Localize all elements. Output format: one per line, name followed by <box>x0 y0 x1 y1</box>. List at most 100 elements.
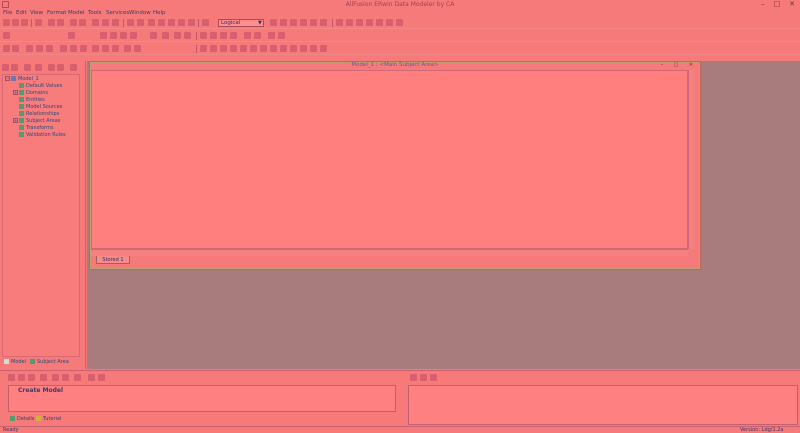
tree-item-validation-rules[interactable]: Validation Rules <box>19 132 66 139</box>
drawing-object-icon[interactable] <box>92 45 99 52</box>
zoom-out-icon[interactable] <box>137 19 144 26</box>
explorer-sort-icon[interactable] <box>35 64 42 71</box>
zoom-level-icon[interactable] <box>178 19 185 26</box>
relationship-display-icon[interactable] <box>310 19 317 26</box>
menu-view[interactable]: View <box>30 10 43 16</box>
explorer-delete-icon[interactable] <box>11 64 18 71</box>
align-left-icon[interactable] <box>200 32 207 39</box>
image-icon[interactable] <box>102 45 109 52</box>
definition-display-icon[interactable] <box>300 19 307 26</box>
chevron-down-icon[interactable]: ▼ <box>258 20 262 26</box>
search-icon[interactable] <box>148 19 155 26</box>
transform-many-icon[interactable] <box>260 45 267 52</box>
transform-rolldown-icon[interactable] <box>230 45 237 52</box>
ellipse-icon[interactable] <box>356 19 363 26</box>
log-delete-icon[interactable] <box>40 374 47 381</box>
zoom-fit-icon[interactable] <box>158 19 165 26</box>
tree-item-entities[interactable]: Entities <box>19 97 45 104</box>
action-log-item[interactable]: Create Model <box>18 387 63 394</box>
expand-icon[interactable]: + <box>13 90 18 95</box>
zoom-normal-icon[interactable] <box>168 19 175 26</box>
align-bottom-icon[interactable] <box>254 32 261 39</box>
identifying-relationship-icon[interactable] <box>36 45 43 52</box>
report-icon[interactable] <box>48 19 55 26</box>
format-painter-icon[interactable] <box>184 32 191 39</box>
italic-icon[interactable] <box>110 32 117 39</box>
align-middle-icon[interactable] <box>244 32 251 39</box>
expand-icon[interactable]: + <box>13 118 18 123</box>
maximize-button[interactable]: □ <box>772 1 782 8</box>
menu-services[interactable]: Services <box>106 10 129 16</box>
menu-edit[interactable]: Edit <box>16 10 27 16</box>
distribute-icon[interactable] <box>268 32 275 39</box>
collapse-icon[interactable]: − <box>5 76 10 81</box>
log-search-icon[interactable] <box>52 374 59 381</box>
tab-tutorial[interactable]: Tutorial <box>36 416 61 422</box>
forward-engineer-icon[interactable] <box>92 19 99 26</box>
transform-partition-icon[interactable] <box>290 45 297 52</box>
tree-item-transforms[interactable]: Transforms <box>19 125 53 132</box>
minimize-button[interactable]: – <box>758 1 768 8</box>
line-icon[interactable] <box>366 19 373 26</box>
transform-supertype-icon[interactable] <box>240 45 247 52</box>
stored-display-icon[interactable] <box>112 45 119 52</box>
tree-item-subject-areas[interactable]: + Subject Areas <box>13 118 60 125</box>
validation-clear-icon[interactable] <box>430 374 437 381</box>
transform-split-icon[interactable] <box>200 45 207 52</box>
font-color-icon[interactable] <box>174 32 181 39</box>
transform-merge-icon[interactable] <box>210 45 217 52</box>
menu-window[interactable]: Window <box>129 10 151 16</box>
menu-help[interactable]: Help <box>153 10 166 16</box>
menu-file[interactable]: File <box>3 10 12 16</box>
tree-item-domains[interactable]: + Domains <box>13 90 48 97</box>
view-relationship-icon[interactable] <box>70 45 77 52</box>
fill-color-icon[interactable] <box>150 32 157 39</box>
transform-custom-icon[interactable] <box>320 45 327 52</box>
tree-item-default-values[interactable]: Default Values <box>19 83 62 90</box>
open-icon[interactable] <box>12 19 19 26</box>
align-center-icon[interactable] <box>210 32 217 39</box>
explorer-expand-icon[interactable] <box>57 64 64 71</box>
log-expand-icon[interactable] <box>62 374 69 381</box>
tab-model[interactable]: Model <box>4 359 26 365</box>
print-icon[interactable] <box>35 19 42 26</box>
diagram-vertical-scrollbar[interactable] <box>688 70 695 249</box>
model-explorer-icon[interactable] <box>57 19 64 26</box>
new-icon[interactable] <box>3 19 10 26</box>
attribute-display-icon[interactable] <box>280 19 287 26</box>
text-block-icon[interactable] <box>80 45 87 52</box>
ordinal-icon[interactable] <box>134 45 141 52</box>
explorer-help-icon[interactable] <box>70 64 77 71</box>
save-icon[interactable] <box>21 19 28 26</box>
zoom-in-icon[interactable] <box>127 19 134 26</box>
font-name-icon[interactable] <box>3 32 10 39</box>
color-icon[interactable] <box>386 19 393 26</box>
menu-model[interactable]: Model <box>68 10 85 16</box>
strikeout-icon[interactable] <box>130 32 137 39</box>
log-star-icon[interactable] <box>88 374 95 381</box>
key-display-icon[interactable] <box>290 19 297 26</box>
tree-item-relationships[interactable]: Relationships <box>19 111 59 118</box>
transform-rollup-icon[interactable] <box>220 45 227 52</box>
pen-icon[interactable] <box>376 19 383 26</box>
properties-icon[interactable] <box>70 19 77 26</box>
same-size-icon[interactable] <box>278 32 285 39</box>
menu-tools[interactable]: Tools <box>88 10 102 16</box>
reverse-engineer-icon[interactable] <box>102 19 109 26</box>
transform-horizontal-icon[interactable] <box>310 45 317 52</box>
diagram-minimize-button[interactable]: – <box>657 62 667 69</box>
bold-icon[interactable] <box>100 32 107 39</box>
diagram-horizontal-scrollbar[interactable] <box>91 249 688 256</box>
layout-icon[interactable] <box>320 19 327 26</box>
log-redo-icon[interactable] <box>28 374 35 381</box>
sub-category-icon[interactable] <box>26 45 33 52</box>
complete-compare-icon[interactable] <box>79 19 86 26</box>
explorer-properties-icon[interactable] <box>24 64 31 71</box>
log-filter-icon[interactable] <box>8 374 15 381</box>
align-top-icon[interactable] <box>230 32 237 39</box>
font-size-icon[interactable] <box>68 32 75 39</box>
explorer-new-icon[interactable] <box>2 64 9 71</box>
many-to-many-icon[interactable] <box>46 45 53 52</box>
log-collapse-icon[interactable] <box>74 374 81 381</box>
diagram-maximize-button[interactable]: □ <box>671 62 681 69</box>
